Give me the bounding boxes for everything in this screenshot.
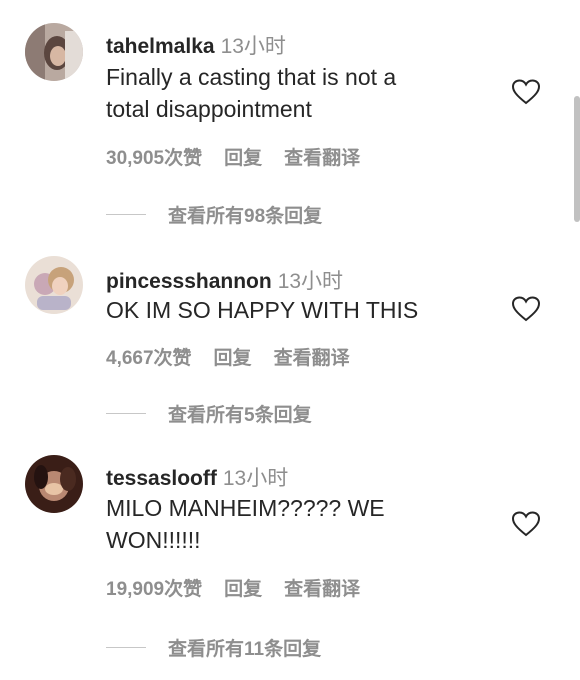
avatar[interactable]: [25, 256, 83, 314]
like-count[interactable]: 19,909次赞: [106, 574, 202, 601]
comment-header: tahelmalka 13小时: [106, 30, 286, 60]
like-count[interactable]: 4,667次赞: [106, 343, 192, 370]
scrollbar[interactable]: [574, 96, 580, 222]
comment-actions: 19,909次赞 回复 查看翻译: [106, 574, 360, 601]
replies-divider-line: [106, 647, 146, 648]
translate-button[interactable]: 查看翻译: [284, 143, 360, 170]
replies-divider-line: [106, 214, 146, 215]
comment-actions: 30,905次赞 回复 查看翻译: [106, 143, 360, 170]
like-count[interactable]: 30,905次赞: [106, 143, 202, 170]
view-replies-button[interactable]: 查看所有98条回复: [106, 201, 322, 228]
avatar[interactable]: [25, 455, 83, 513]
timestamp: 13小时: [222, 467, 289, 490]
avatar[interactable]: [25, 23, 83, 81]
view-replies-button[interactable]: 查看所有5条回复: [106, 400, 312, 427]
reply-button[interactable]: 回复: [214, 343, 252, 370]
reply-button[interactable]: 回复: [224, 143, 262, 170]
comment-text: MILO MANHEIM????? WE WON!!!!!!: [106, 495, 385, 553]
timestamp: 13小时: [220, 35, 286, 58]
comment-header: pincessshannon 13小时: [106, 265, 343, 295]
view-replies-label: 查看所有98条回复: [168, 206, 323, 227]
reply-button[interactable]: 回复: [224, 574, 262, 601]
username[interactable]: pincessshannon: [106, 270, 272, 293]
heart-icon[interactable]: [511, 79, 541, 105]
view-replies-label: 查看所有11条回复: [168, 639, 322, 660]
username[interactable]: tessaslooff: [106, 467, 217, 490]
replies-divider-line: [106, 413, 146, 414]
comment-text: Finally a casting that is not a total di…: [106, 64, 397, 122]
view-replies-button[interactable]: 查看所有11条回复: [106, 634, 321, 661]
comment-header: tessaslooff 13小时: [106, 462, 288, 492]
timestamp: 13小时: [277, 270, 344, 293]
translate-button[interactable]: 查看翻译: [284, 574, 360, 601]
comment-text: OK IM SO HAPPY WITH THIS: [106, 297, 419, 323]
comment-actions: 4,667次赞 回复 查看翻译: [106, 343, 350, 370]
view-replies-label: 查看所有5条回复: [168, 405, 312, 426]
translate-button[interactable]: 查看翻译: [274, 343, 350, 370]
heart-icon[interactable]: [511, 296, 541, 322]
username[interactable]: tahelmalka: [106, 35, 215, 58]
heart-icon[interactable]: [511, 511, 541, 537]
